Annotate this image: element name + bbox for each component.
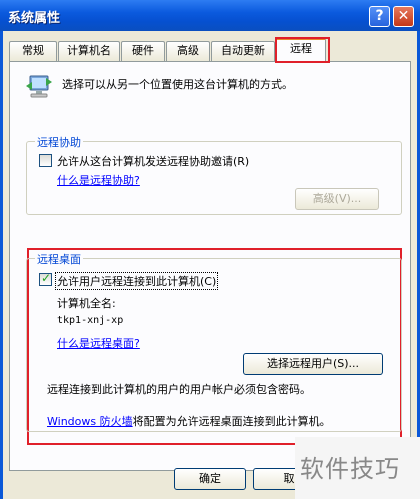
allow-remote-desktop-checkbox[interactable]	[39, 271, 52, 286]
windows-firewall-link[interactable]: Windows 防火墙	[47, 415, 133, 428]
remote-computer-icon	[26, 75, 52, 98]
tab-strip: 常规 计算机名 硬件 高级 自动更新 远程	[9, 37, 409, 63]
dialog-client-area: 常规 计算机名 硬件 高级 自动更新 远程 选择可以从另一个位置使用这台计算机的…	[3, 31, 417, 499]
tab-general[interactable]: 常规	[9, 41, 57, 61]
remote-desktop-group: 远程桌面 允许用户远程连接到此计算机(C) 计算机全名: tkp1-xnj-xp…	[26, 251, 402, 432]
close-button[interactable]: ✕	[393, 6, 414, 27]
tab-hardware[interactable]: 硬件	[121, 41, 165, 61]
tab-computer-name[interactable]: 计算机名	[58, 41, 120, 61]
tab-auto-update[interactable]: 自动更新	[211, 41, 275, 61]
advanced-button[interactable]: 高级(V)...	[295, 188, 379, 210]
what-is-remote-assistance-link[interactable]: 什么是远程协助?	[57, 172, 140, 188]
remote-assistance-checkbox[interactable]	[39, 154, 52, 167]
remote-assistance-legend: 远程协助	[35, 134, 83, 150]
remote-desktop-legend: 远程桌面	[35, 251, 83, 267]
intro-text: 选择可以从另一个位置使用这台计算机的方式。	[62, 78, 293, 91]
tab-highlight-box	[275, 37, 330, 63]
computer-full-name-label: 计算机全名:	[57, 297, 116, 310]
remote-assistance-group: 远程协助 允许从这台计算机发送远程协助邀请(R) 什么是远程协助? 高级(V).…	[26, 134, 402, 215]
computer-full-name-value: tkp1-xnj-xp	[57, 315, 124, 326]
help-button[interactable]: ?	[369, 6, 390, 27]
remote-assistance-label[interactable]: 允许从这台计算机发送远程协助邀请(R)	[57, 153, 249, 169]
ok-button[interactable]: 确定	[174, 468, 246, 490]
title-bar[interactable]: 系统属性 ? ✕	[0, 0, 420, 31]
allow-remote-desktop-label[interactable]: 允许用户远程连接到此计算机(C)	[55, 272, 219, 290]
system-properties-window: 系统属性 ? ✕ 常规 计算机名 硬件 高级 自动更新 远程 选择可以从另一个位…	[0, 0, 420, 499]
what-is-remote-desktop-link[interactable]: 什么是远程桌面?	[57, 335, 140, 351]
firewall-note: Windows 防火墙将配置为允许远程桌面连接到此计算机。	[47, 415, 331, 428]
tab-advanced[interactable]: 高级	[166, 41, 210, 61]
watermark-text: 软件技巧	[300, 455, 400, 483]
select-remote-users-button[interactable]: 选择远程用户(S)...	[243, 353, 383, 375]
window-title: 系统属性	[8, 11, 61, 26]
remote-tab-panel: 选择可以从另一个位置使用这台计算机的方式。 远程协助 允许从这台计算机发送远程协…	[9, 61, 411, 471]
password-requirement-note: 远程连接到此计算机的用户的用户帐户必须包含密码。	[47, 383, 311, 396]
